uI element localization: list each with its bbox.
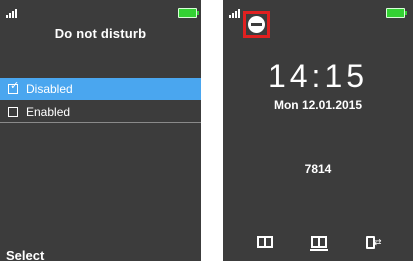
option-label: Enabled xyxy=(26,105,71,119)
messages-book-icon[interactable] xyxy=(310,236,328,251)
contacts-book-icon[interactable] xyxy=(257,236,273,248)
highlight-box xyxy=(243,11,270,38)
clock-time: 14:15 xyxy=(267,58,369,94)
settings-screen: Do not disturb ✓ Disabled Enabled Select xyxy=(0,0,201,261)
option-label: Disabled xyxy=(26,82,73,96)
battery-icon xyxy=(178,8,199,18)
signal-icon xyxy=(6,9,20,18)
option-enabled[interactable]: Enabled xyxy=(0,101,201,123)
status-bar xyxy=(0,0,201,22)
softkey-select[interactable]: Select xyxy=(6,248,44,261)
signal-icon xyxy=(229,9,243,18)
do-not-disturb-icon xyxy=(248,16,265,33)
menu-icon[interactable] xyxy=(366,236,382,249)
code-text: 7814 xyxy=(304,162,332,176)
clock-date: Mon 12.01.2015 xyxy=(273,98,363,112)
checkbox-unchecked-icon xyxy=(8,107,18,117)
battery-icon xyxy=(386,8,407,18)
status-bar xyxy=(223,0,413,38)
home-screen: 14:15 Mon 12.01.2015 7814 xyxy=(223,0,413,261)
screen-title: Do not disturb xyxy=(54,26,147,41)
checkbox-checked-icon: ✓ xyxy=(8,80,20,94)
option-disabled[interactable]: ✓ Disabled xyxy=(0,78,201,100)
